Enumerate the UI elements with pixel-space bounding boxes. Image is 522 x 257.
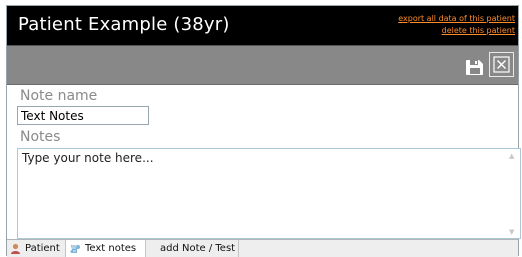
tab-text-notes[interactable]: Text notes <box>66 240 146 257</box>
patient-title: Patient Example (38yr) <box>18 14 230 35</box>
patient-actions: export all data of this patient delete t… <box>398 13 515 37</box>
tab-patient[interactable]: Patient <box>7 240 66 257</box>
scroll-down-icon[interactable]: ▼ <box>509 228 514 236</box>
notes-textarea[interactable]: Type your note here... ▲ ▼ <box>17 148 521 239</box>
notes-placeholder: Type your note here... <box>22 151 154 165</box>
tab-add-note[interactable]: add Note / Test <box>146 240 239 257</box>
tab-bar: Patient Text notes add Note / Test <box>7 239 518 257</box>
export-data-link[interactable]: export all data of this patient <box>398 13 515 25</box>
title-bar: Patient Example (38yr) export all data o… <box>7 6 518 45</box>
note-name-input[interactable] <box>17 106 149 125</box>
text-notes-icon <box>70 243 81 254</box>
delete-patient-link[interactable]: delete this patient <box>398 25 515 37</box>
tab-add-note-label: add Note / Test <box>160 243 236 254</box>
scroll-up-icon[interactable]: ▲ <box>509 152 514 160</box>
notes-label: Notes <box>20 129 61 145</box>
patient-panel: Patient Example (38yr) export all data o… <box>6 5 521 257</box>
close-icon[interactable] <box>489 52 514 77</box>
note-toolbar <box>7 45 518 85</box>
tab-text-notes-label: Text notes <box>85 243 137 254</box>
save-icon[interactable] <box>465 57 485 77</box>
notes-scrollbar[interactable]: ▲ ▼ <box>506 149 520 238</box>
tab-patient-label: Patient <box>25 243 60 254</box>
note-name-label: Note name <box>20 88 98 104</box>
patient-icon <box>10 243 21 254</box>
